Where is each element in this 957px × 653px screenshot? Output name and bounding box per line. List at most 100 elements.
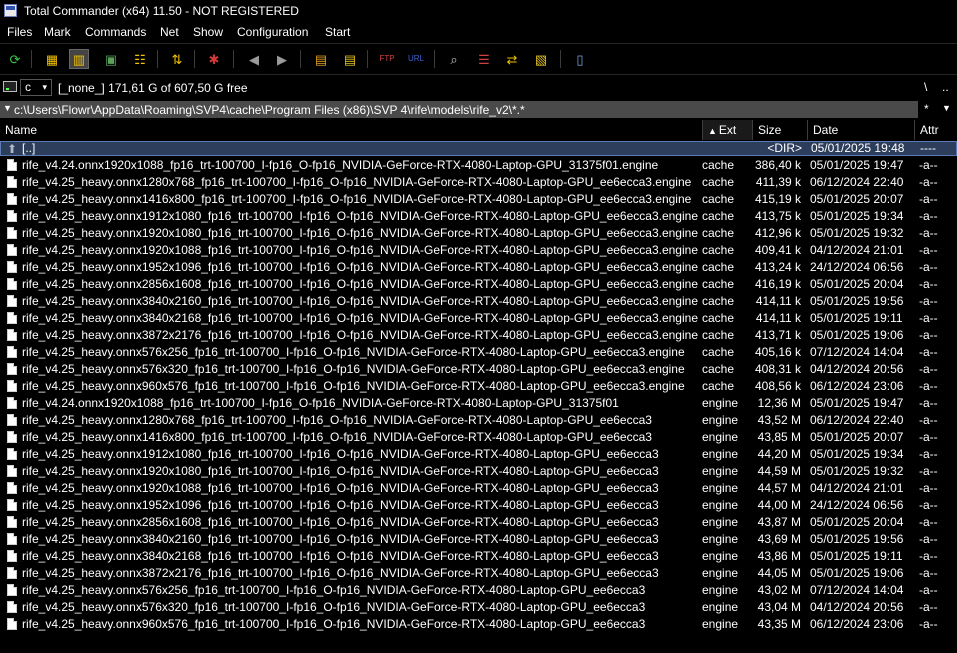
file-row[interactable]: rife_v4.25_heavy.onnx1416x800_fp16_trt-1… [0,429,957,446]
current-path-bar[interactable]: ▼ c:\Users\Flowr\AppData\Roaming\SVP4\ca… [0,101,918,118]
pack-files-icon[interactable]: ▤ [311,49,331,69]
menu-configuration[interactable]: Configuration [237,25,308,39]
file-date: 05/01/2025 20:07 [810,192,904,206]
file-row[interactable]: rife_v4.25_heavy.onnx3840x2168_fp16_trt-… [0,548,957,565]
toolbar-separator [194,50,195,68]
file-row[interactable]: rife_v4.25_heavy.onnx576x256_fp16_trt-10… [0,344,957,361]
file-row[interactable]: rife_v4.25_heavy.onnx960x576_fp16_trt-10… [0,378,957,395]
file-row[interactable]: rife_v4.25_heavy.onnx1912x1080_fp16_trt-… [0,208,957,225]
file-row[interactable]: rife_v4.24.onnx1920x1088_fp16_trt-100700… [0,395,957,412]
toolbar-separator [560,50,561,68]
file-size: 413,75 k [755,209,802,223]
file-row[interactable]: rife_v4.25_heavy.onnx960x576_fp16_trt-10… [0,616,957,633]
column-name[interactable]: Name [0,120,703,140]
file-name: rife_v4.25_heavy.onnx2856x1608_fp16_trt-… [22,277,698,291]
file-size: 43,52 M [757,413,801,427]
file-row[interactable]: rife_v4.25_heavy.onnx1280x768_fp16_trt-1… [0,412,957,429]
compare-icon[interactable]: ▧ [531,49,551,69]
title-bar[interactable]: Total Commander (x64) 11.50 - NOT REGIST… [0,0,957,22]
file-ext: cache [702,311,735,325]
file-date: 04/12/2024 20:56 [810,362,904,376]
parent-dir-button[interactable]: .. [942,80,949,94]
file-row[interactable]: rife_v4.25_heavy.onnx1952x1096_fp16_trt-… [0,497,957,514]
file-attr: -a-- [919,209,938,223]
file-row[interactable]: rife_v4.24.onnx1920x1088_fp16_trt-100700… [0,157,957,174]
url-connect-icon[interactable]: URL [406,49,426,69]
file-date: 05/01/2025 19:48 [811,141,905,155]
menu-files[interactable]: Files [7,25,32,39]
invert-selection-icon[interactable]: ⇅ [167,49,187,69]
file-row[interactable]: rife_v4.25_heavy.onnx576x320_fp16_trt-10… [0,361,957,378]
file-attr: -a-- [919,362,938,376]
menu-show[interactable]: Show [193,25,223,39]
file-row[interactable]: rife_v4.25_heavy.onnx2856x1608_fp16_trt-… [0,276,957,293]
file-icon [7,533,17,545]
file-icon [7,465,17,477]
column-date[interactable]: Date [808,120,915,140]
file-icon [7,227,17,239]
file-row[interactable]: rife_v4.25_heavy.onnx3872x2176_fp16_trt-… [0,565,957,582]
unpack-all-icon[interactable]: ✱ [204,49,224,69]
forward-icon[interactable]: ▶ [272,49,292,69]
file-name: rife_v4.25_heavy.onnx1416x800_fp16_trt-1… [22,430,652,444]
full-view-icon[interactable]: ▥ [69,49,89,69]
file-ext: cache [702,209,735,223]
file-attr: -a-- [919,413,938,427]
favorites-star-button[interactable]: * [924,102,929,116]
file-attr: -a-- [919,379,938,393]
column-ext[interactable]: ▲ Ext [703,120,753,140]
file-name: rife_v4.25_heavy.onnx1920x1080_fp16_trt-… [22,464,659,478]
menu-net[interactable]: Net [160,25,179,39]
file-row[interactable]: rife_v4.25_heavy.onnx3840x2160_fp16_trt-… [0,531,957,548]
ftp-connect-icon[interactable]: FTP [377,49,397,69]
refresh-icon[interactable]: ⟳ [5,49,25,69]
menu-start[interactable]: Start [325,25,350,39]
file-list[interactable]: ⬆ [..] <DIR> 05/01/2025 19:48 ---- rife_v4.24… [0,140,957,653]
file-row[interactable]: rife_v4.25_heavy.onnx1416x800_fp16_trt-1… [0,191,957,208]
file-row[interactable]: rife_v4.25_heavy.onnx1920x1088_fp16_trt-… [0,480,957,497]
volume-label: [_none_] [58,81,105,95]
root-dir-button[interactable]: \ [924,80,927,94]
column-size[interactable]: Size [753,120,808,140]
file-row[interactable]: rife_v4.25_heavy.onnx3840x2168_fp16_trt-… [0,310,957,327]
file-row[interactable]: rife_v4.25_heavy.onnx1912x1080_fp16_trt-… [0,446,957,463]
file-size: 408,56 k [755,379,802,393]
file-size: 413,24 k [755,260,802,274]
search-icon[interactable]: ⌕ [444,49,464,69]
file-attr: -a-- [919,260,938,274]
brief-view-icon[interactable]: ▦ [42,49,62,69]
file-row[interactable]: rife_v4.25_heavy.onnx3872x2176_fp16_trt-… [0,327,957,344]
file-name: rife_v4.25_heavy.onnx3840x2168_fp16_trt-… [22,311,698,325]
file-ext: engine [702,600,739,614]
path-dropdown-icon[interactable]: ▼ [3,103,12,113]
parent-dir-row[interactable]: ⬆ [..] <DIR> 05/01/2025 19:48 ---- [0,141,957,156]
file-row[interactable]: rife_v4.25_heavy.onnx1920x1080_fp16_trt-… [0,225,957,242]
synchronize-icon[interactable]: ⇄ [502,49,522,69]
file-row[interactable]: rife_v4.25_heavy.onnx1920x1080_fp16_trt-… [0,463,957,480]
file-date: 05/01/2025 19:47 [810,396,904,410]
menu-mark[interactable]: Mark [44,25,71,39]
file-row[interactable]: rife_v4.25_heavy.onnx2856x1608_fp16_trt-… [0,514,957,531]
unpack-files-icon[interactable]: ▤ [340,49,360,69]
file-date: 05/01/2025 19:11 [810,549,903,563]
tree-view-icon[interactable]: ☷ [130,49,150,69]
history-chevron-icon[interactable]: ▼ [942,103,951,113]
back-icon[interactable]: ◀ [244,49,264,69]
menu-commands[interactable]: Commands [85,25,146,39]
file-row[interactable]: rife_v4.25_heavy.onnx1920x1088_fp16_trt-… [0,242,957,259]
notepad-icon[interactable]: ▯ [570,49,590,69]
file-row[interactable]: rife_v4.25_heavy.onnx1952x1096_fp16_trt-… [0,259,957,276]
drive-selector[interactable]: c ▾ [20,79,52,96]
file-attr: -a-- [919,549,938,563]
file-row[interactable]: rife_v4.25_heavy.onnx3840x2160_fp16_trt-… [0,293,957,310]
file-row[interactable]: rife_v4.25_heavy.onnx576x320_fp16_trt-10… [0,599,957,616]
file-row[interactable]: rife_v4.25_heavy.onnx1280x768_fp16_trt-1… [0,174,957,191]
multi-rename-icon[interactable]: ☰ [474,49,494,69]
file-name: rife_v4.25_heavy.onnx1280x768_fp16_trt-1… [22,413,652,427]
column-attr[interactable]: Attr [915,120,957,140]
thumbnails-icon[interactable]: ▣ [101,49,121,69]
file-size: 44,20 M [757,447,801,461]
file-date: 05/01/2025 20:07 [810,430,904,444]
file-row[interactable]: rife_v4.25_heavy.onnx576x256_fp16_trt-10… [0,582,957,599]
file-ext: cache [702,192,735,206]
